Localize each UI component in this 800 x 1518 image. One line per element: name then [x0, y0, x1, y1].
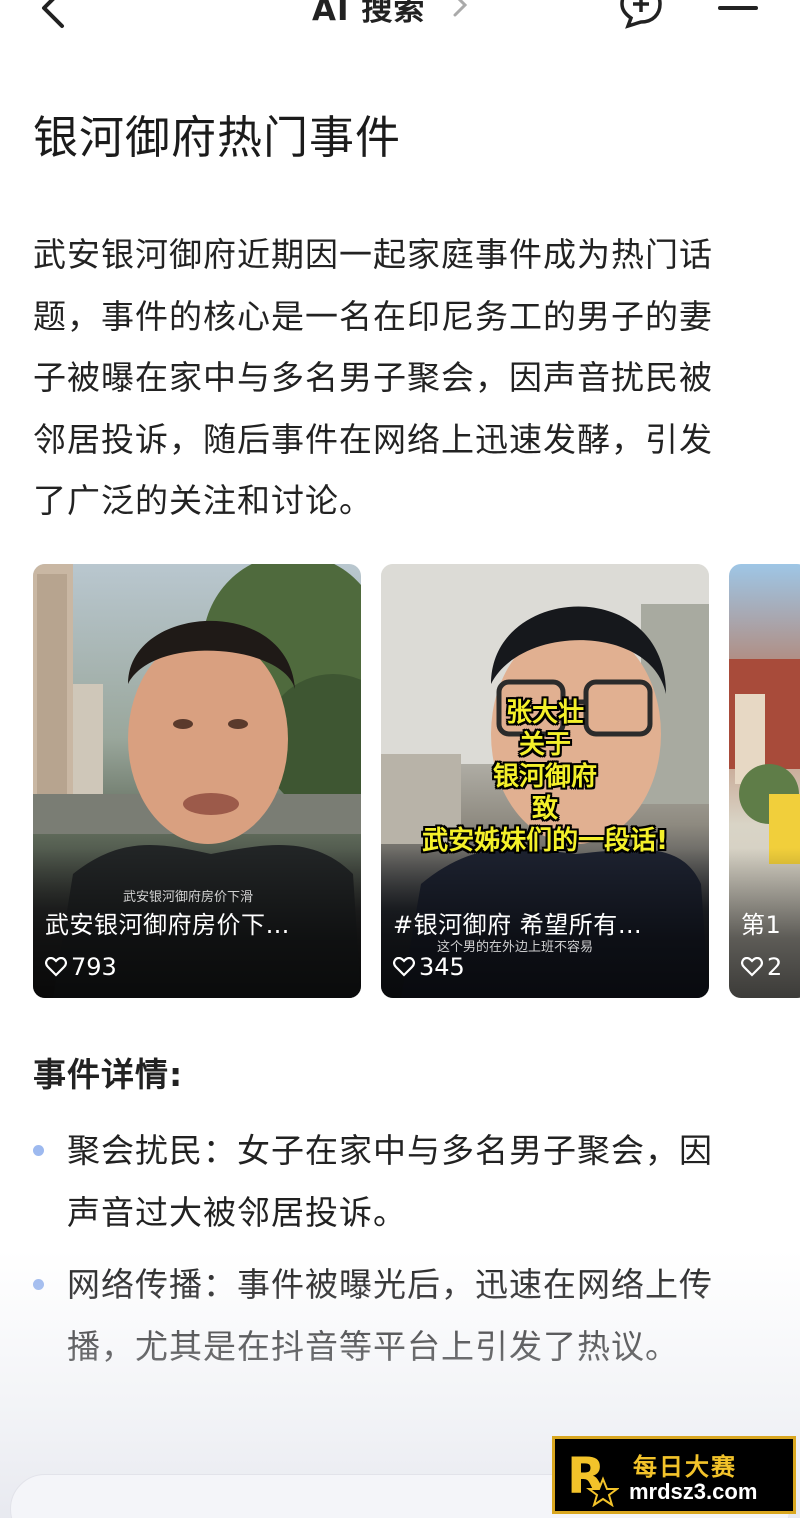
- like-count: 2: [741, 953, 782, 981]
- video-caption-line: 关于: [518, 730, 571, 760]
- back-arrow-icon[interactable]: [34, 0, 74, 30]
- heart-icon: [741, 957, 763, 977]
- bullet-dot-icon: [33, 1279, 44, 1290]
- header-title[interactable]: AI 搜索: [312, 0, 425, 29]
- menu-icon[interactable]: [716, 0, 760, 26]
- video-overlay-caption: 武安银河御府房价下滑: [123, 890, 254, 905]
- watermark-url: mrdsz3.com: [629, 1479, 758, 1504]
- list-item-text: 聚会扰民：女子在家中与多名男子聚会，因声音过大被邻居投诉。: [67, 1131, 713, 1232]
- chevron-right-icon[interactable]: [450, 0, 470, 18]
- page-title: 银河御府热门事件: [33, 111, 402, 164]
- bullet-dot-icon: [33, 1145, 44, 1156]
- new-chat-icon[interactable]: [618, 0, 664, 30]
- list-item: 聚会扰民：女子在家中与多名男子聚会，因声音过大被邻居投诉。: [33, 1120, 745, 1243]
- like-count-value: 2: [767, 953, 783, 981]
- video-caption-line: 致: [531, 794, 558, 824]
- like-count-value: 793: [71, 953, 117, 981]
- video-card[interactable]: 第1 2: [729, 564, 800, 998]
- watermark-site-name: 每日大赛: [633, 1453, 737, 1481]
- like-count: 793: [45, 953, 117, 981]
- intro-paragraph: 武安银河御府近期因一起家庭事件成为热门话题，事件的核心是一名在印尼务工的男子的妻…: [33, 235, 713, 520]
- video-caption-line: 张大壮: [505, 698, 584, 728]
- like-count-value: 345: [419, 953, 465, 981]
- video-title: #银河御府 希望所有…: [393, 911, 643, 939]
- video-caption-line: 武安姊妹们的一段话!: [422, 826, 668, 856]
- video-carousel[interactable]: 武安银河御府房价下滑 武安银河御府房价下… 793 张大壮 关于 银河御府 致 …: [33, 564, 800, 1000]
- video-card[interactable]: 张大壮 关于 银河御府 致 武安姊妹们的一段话! #银河御府 希望所有… 这个男…: [381, 564, 709, 998]
- list-item: 网络传播：事件被曝光后，迅速在网络上传播，尤其是在抖音等平台上引发了热议。: [33, 1254, 745, 1377]
- list-item-text: 网络传播：事件被曝光后，迅速在网络上传播，尤其是在抖音等平台上引发了热议。: [67, 1265, 713, 1366]
- like-count: 345: [393, 953, 465, 981]
- site-watermark: R 每日大赛 mrdsz3.com: [552, 1436, 796, 1514]
- video-title: 武安银河御府房价下…: [45, 911, 290, 939]
- top-navigation-bar: AI 搜索: [0, 0, 800, 40]
- details-heading: 事件详情:: [33, 1055, 184, 1094]
- video-caption-line: 银河御府: [492, 762, 597, 792]
- details-list: 聚会扰民：女子在家中与多名男子聚会，因声音过大被邻居投诉。 网络传播：事件被曝光…: [33, 1120, 745, 1388]
- heart-icon: [393, 957, 415, 977]
- heart-icon: [45, 957, 67, 977]
- video-card[interactable]: 武安银河御府房价下滑 武安银河御府房价下… 793: [33, 564, 361, 998]
- watermark-logo-icon: R: [567, 1447, 619, 1507]
- video-title: 第1: [741, 911, 782, 939]
